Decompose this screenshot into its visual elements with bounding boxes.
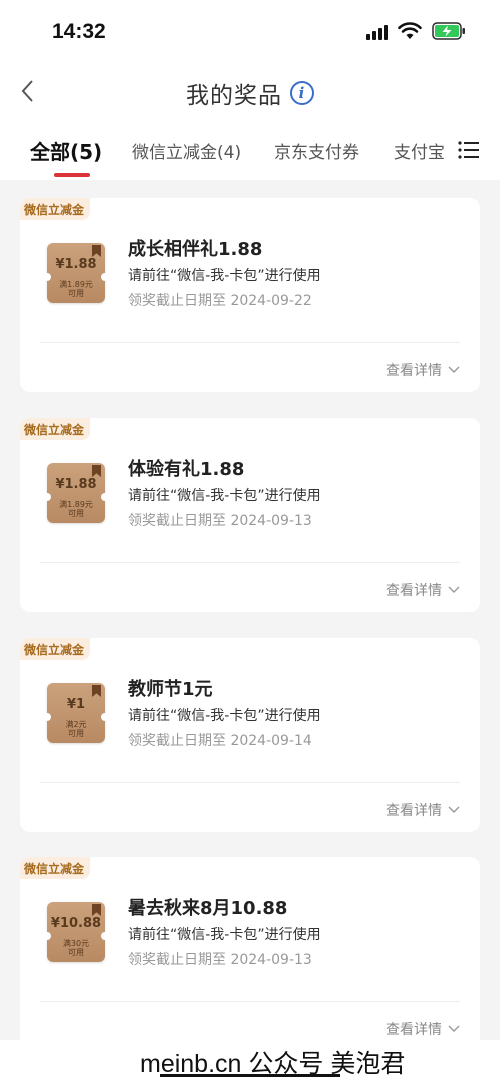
page-title: 我的奖品 [186, 83, 282, 109]
tab-jd-pay[interactable]: 京东支付券 [274, 138, 359, 163]
card-title: 成长相伴礼1.88 [128, 239, 263, 260]
card-usage-text: 请前往“微信-我-卡包”进行使用 [128, 708, 321, 724]
menu-icon[interactable] [458, 140, 480, 160]
status-icons [366, 22, 466, 40]
nav-bar: 我的奖品 i [0, 66, 500, 120]
view-details-button[interactable]: 查看详情 [386, 1019, 460, 1039]
bookmark-icon [92, 904, 101, 916]
chevron-down-icon [448, 586, 460, 593]
card-title: 暑去秋来8月10.88 [128, 898, 288, 919]
coupon-condition-line: 可用 [68, 948, 84, 957]
chevron-down-icon [448, 806, 460, 813]
coupon-condition-line: 满1.89元 [59, 500, 93, 509]
divider [40, 1001, 460, 1002]
prize-card: 微信立减金 ¥10.88 满30元 可用 暑去秋来8月10.88 请前往“微信-… [20, 857, 480, 1051]
coupon-condition: 满1.89元 可用 [47, 280, 105, 298]
status-bar: 14:32 [0, 0, 500, 66]
coupon-condition: 满1.89元 可用 [47, 500, 105, 518]
view-details-button[interactable]: 查看详情 [386, 360, 460, 380]
signal-icon [366, 22, 388, 40]
card-usage-text: 请前往“微信-我-卡包”进行使用 [128, 488, 321, 504]
coupon-value: ¥1.88 [55, 477, 97, 492]
coupon-condition-line: 满2元 [65, 720, 87, 729]
coupon-thumbnail: ¥1 满2元 可用 [43, 683, 109, 743]
coupon-condition-line: 满1.89元 [59, 280, 93, 289]
divider [40, 562, 460, 563]
coupon-thumbnail: ¥1.88 满1.89元 可用 [43, 243, 109, 303]
divider [40, 342, 460, 343]
bookmark-icon [92, 685, 101, 697]
coupon-condition: 满30元 可用 [47, 939, 105, 957]
tab-alipay-clip: 支付宝 [390, 120, 444, 180]
card-title: 教师节1元 [128, 679, 213, 700]
card-usage-text: 请前往“微信-我-卡包”进行使用 [128, 927, 321, 943]
card-deadline: 领奖截止日期至 2024-09-14 [128, 733, 312, 749]
coupon-thumbnail: ¥10.88 满30元 可用 [43, 902, 109, 962]
bookmark-icon [92, 245, 101, 257]
coupon-condition: 满2元 可用 [47, 720, 105, 738]
view-details-label: 查看详情 [386, 803, 442, 819]
coupon-thumbnail: ¥1.88 满1.89元 可用 [43, 463, 109, 523]
view-details-button[interactable]: 查看详情 [386, 800, 460, 820]
card-badge: 微信立减金 [20, 638, 91, 660]
divider [40, 782, 460, 783]
view-details-label: 查看详情 [386, 1022, 442, 1038]
card-title: 体验有礼1.88 [128, 459, 245, 480]
card-deadline: 领奖截止日期至 2024-09-13 [128, 513, 312, 529]
status-time: 14:32 [52, 20, 106, 43]
prize-card: 微信立减金 ¥1 满2元 可用 教师节1元 请前往“微信-我-卡包”进行使用 领… [20, 638, 480, 832]
coupon-condition-line: 满30元 [62, 939, 90, 948]
tab-wechat-discount[interactable]: 微信立减金(4) [132, 138, 241, 163]
bookmark-icon [92, 465, 101, 477]
card-badge: 微信立减金 [20, 857, 91, 879]
watermark-bar: meinb.cn 公众号 美泡君 [0, 1040, 500, 1083]
view-details-label: 查看详情 [386, 363, 442, 379]
coupon-condition-line: 可用 [68, 289, 84, 298]
prize-card: 微信立减金 ¥1.88 满1.89元 可用 体验有礼1.88 请前往“微信-我-… [20, 418, 480, 612]
view-details-button[interactable]: 查看详情 [386, 580, 460, 600]
coupon-condition-line: 可用 [68, 509, 84, 518]
watermark-underline [160, 1074, 340, 1077]
card-badge: 微信立减金 [20, 418, 91, 440]
coupon-condition-line: 可用 [68, 729, 84, 738]
tab-alipay[interactable]: 支付宝 [394, 138, 444, 163]
card-badge: 微信立减金 [20, 198, 91, 220]
prize-card: 微信立减金 ¥1.88 满1.89元 可用 成长相伴礼1.88 请前往“微信-我… [20, 198, 480, 392]
coupon-value: ¥1.88 [55, 257, 97, 272]
chevron-down-icon [448, 1025, 460, 1032]
card-usage-text: 请前往“微信-我-卡包”进行使用 [128, 268, 321, 284]
tabs-bar: 全部(5) 微信立减金(4) 京东支付券 支付宝 [0, 120, 500, 180]
chevron-down-icon [448, 366, 460, 373]
wifi-icon [398, 22, 422, 39]
info-icon[interactable]: i [290, 81, 314, 105]
coupon-value: ¥1 [66, 697, 86, 712]
card-deadline: 领奖截止日期至 2024-09-22 [128, 293, 312, 309]
page-title-row: 我的奖品 i [0, 76, 500, 110]
card-deadline: 领奖截止日期至 2024-09-13 [128, 952, 312, 968]
coupon-value: ¥10.88 [50, 916, 102, 931]
tab-all[interactable]: 全部(5) [30, 136, 102, 165]
active-tab-indicator [54, 173, 90, 177]
battery-charging-icon [432, 22, 465, 40]
view-details-label: 查看详情 [386, 583, 442, 599]
